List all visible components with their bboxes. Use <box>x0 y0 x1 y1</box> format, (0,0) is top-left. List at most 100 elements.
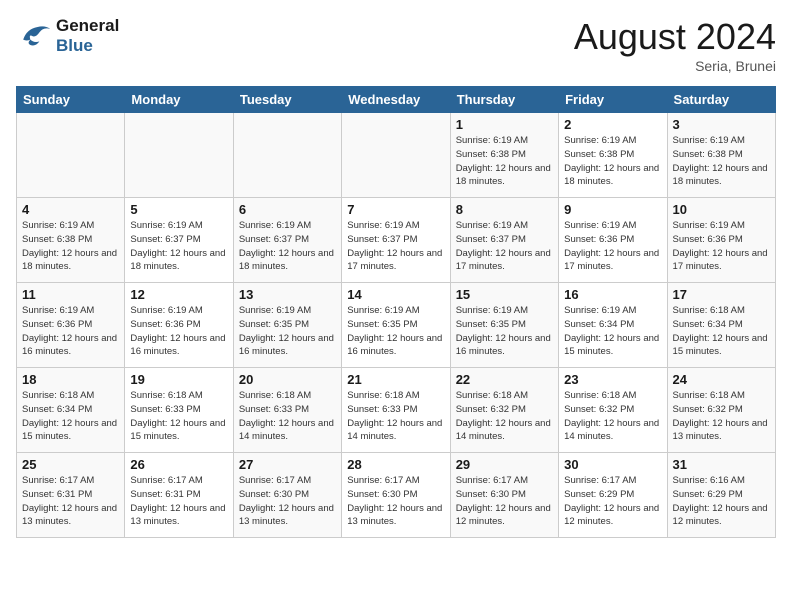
calendar-cell: 21 Sunrise: 6:18 AM Sunset: 6:33 PM Dayli… <box>342 368 450 453</box>
location: Seria, Brunei <box>574 58 776 74</box>
weekday-header-monday: Monday <box>125 87 233 113</box>
calendar-cell <box>342 113 450 198</box>
day-info: Sunrise: 6:19 AM Sunset: 6:38 PM Dayligh… <box>564 134 661 189</box>
weekday-header-tuesday: Tuesday <box>233 87 341 113</box>
day-number: 21 <box>347 372 444 387</box>
day-info: Sunrise: 6:19 AM Sunset: 6:37 PM Dayligh… <box>239 219 336 274</box>
calendar-cell: 8 Sunrise: 6:19 AM Sunset: 6:37 PM Daylig… <box>450 198 558 283</box>
calendar-cell: 9 Sunrise: 6:19 AM Sunset: 6:36 PM Daylig… <box>559 198 667 283</box>
day-info: Sunrise: 6:17 AM Sunset: 6:31 PM Dayligh… <box>130 474 227 529</box>
day-info: Sunrise: 6:19 AM Sunset: 6:37 PM Dayligh… <box>130 219 227 274</box>
day-info: Sunrise: 6:19 AM Sunset: 6:38 PM Dayligh… <box>456 134 553 189</box>
day-number: 13 <box>239 287 336 302</box>
day-number: 17 <box>673 287 770 302</box>
calendar-table: SundayMondayTuesdayWednesdayThursdayFrid… <box>16 86 776 538</box>
day-info: Sunrise: 6:19 AM Sunset: 6:37 PM Dayligh… <box>456 219 553 274</box>
calendar-cell: 25 Sunrise: 6:17 AM Sunset: 6:31 PM Dayli… <box>17 453 125 538</box>
day-info: Sunrise: 6:19 AM Sunset: 6:37 PM Dayligh… <box>347 219 444 274</box>
logo-text: General Blue <box>56 16 119 56</box>
calendar-cell: 30Sunrise: 6:17 AM Sunset: 6:29 PM Dayli… <box>559 453 667 538</box>
day-number: 29 <box>456 457 553 472</box>
day-number: 14 <box>347 287 444 302</box>
day-info: Sunrise: 6:19 AM Sunset: 6:36 PM Dayligh… <box>564 219 661 274</box>
day-info: Sunrise: 6:19 AM Sunset: 6:35 PM Dayligh… <box>239 304 336 359</box>
title-area: August 2024 Seria, Brunei <box>574 16 776 74</box>
day-info: Sunrise: 6:18 AM Sunset: 6:33 PM Dayligh… <box>130 389 227 444</box>
day-info: Sunrise: 6:18 AM Sunset: 6:34 PM Dayligh… <box>22 389 119 444</box>
day-number: 7 <box>347 202 444 217</box>
calendar-cell: 23 Sunrise: 6:18 AM Sunset: 6:32 PM Dayli… <box>559 368 667 453</box>
calendar-cell: 4Sunrise: 6:19 AM Sunset: 6:38 PM Daylig… <box>17 198 125 283</box>
calendar-cell: 17 Sunrise: 6:18 AM Sunset: 6:34 PM Dayli… <box>667 283 775 368</box>
weekday-header-wednesday: Wednesday <box>342 87 450 113</box>
day-info: Sunrise: 6:18 AM Sunset: 6:33 PM Dayligh… <box>347 389 444 444</box>
calendar-cell: 1Sunrise: 6:19 AM Sunset: 6:38 PM Daylig… <box>450 113 558 198</box>
day-info: Sunrise: 6:19 AM Sunset: 6:36 PM Dayligh… <box>22 304 119 359</box>
calendar-cell: 14 Sunrise: 6:19 AM Sunset: 6:35 PM Dayli… <box>342 283 450 368</box>
day-number: 6 <box>239 202 336 217</box>
day-number: 23 <box>564 372 661 387</box>
day-info: Sunrise: 6:18 AM Sunset: 6:32 PM Dayligh… <box>456 389 553 444</box>
calendar-cell: 24 Sunrise: 6:18 AM Sunset: 6:32 PM Dayli… <box>667 368 775 453</box>
calendar-cell: 3Sunrise: 6:19 AM Sunset: 6:38 PM Daylig… <box>667 113 775 198</box>
weekday-header-row: SundayMondayTuesdayWednesdayThursdayFrid… <box>17 87 776 113</box>
page-header: General Blue August 2024 Seria, Brunei <box>16 16 776 74</box>
day-number: 31 <box>673 457 770 472</box>
day-info: Sunrise: 6:19 AM Sunset: 6:35 PM Dayligh… <box>456 304 553 359</box>
day-info: Sunrise: 6:19 AM Sunset: 6:35 PM Dayligh… <box>347 304 444 359</box>
day-number: 5 <box>130 202 227 217</box>
logo: General Blue <box>16 16 119 56</box>
calendar-cell: 29 Sunrise: 6:17 AM Sunset: 6:30 PM Dayli… <box>450 453 558 538</box>
weekday-header-saturday: Saturday <box>667 87 775 113</box>
calendar-cell: 15 Sunrise: 6:19 AM Sunset: 6:35 PM Dayli… <box>450 283 558 368</box>
calendar-cell: 19Sunrise: 6:18 AM Sunset: 6:33 PM Dayli… <box>125 368 233 453</box>
day-info: Sunrise: 6:18 AM Sunset: 6:32 PM Dayligh… <box>673 389 770 444</box>
day-number: 30 <box>564 457 661 472</box>
weekday-header-friday: Friday <box>559 87 667 113</box>
week-row-5: 25 Sunrise: 6:17 AM Sunset: 6:31 PM Dayli… <box>17 453 776 538</box>
week-row-1: 1Sunrise: 6:19 AM Sunset: 6:38 PM Daylig… <box>17 113 776 198</box>
day-number: 27 <box>239 457 336 472</box>
logo-bird-icon <box>16 21 52 51</box>
weekday-header-thursday: Thursday <box>450 87 558 113</box>
day-info: Sunrise: 6:19 AM Sunset: 6:36 PM Dayligh… <box>130 304 227 359</box>
calendar-cell: 28Sunrise: 6:17 AM Sunset: 6:30 PM Dayli… <box>342 453 450 538</box>
calendar-cell: 10 Sunrise: 6:19 AM Sunset: 6:36 PM Dayli… <box>667 198 775 283</box>
calendar-cell: 2 Sunrise: 6:19 AM Sunset: 6:38 PM Daylig… <box>559 113 667 198</box>
calendar-cell: 6 Sunrise: 6:19 AM Sunset: 6:37 PM Daylig… <box>233 198 341 283</box>
weekday-header-sunday: Sunday <box>17 87 125 113</box>
day-info: Sunrise: 6:19 AM Sunset: 6:36 PM Dayligh… <box>673 219 770 274</box>
calendar-cell: 12 Sunrise: 6:19 AM Sunset: 6:36 PM Dayli… <box>125 283 233 368</box>
day-number: 16 <box>564 287 661 302</box>
day-info: Sunrise: 6:18 AM Sunset: 6:33 PM Dayligh… <box>239 389 336 444</box>
day-number: 15 <box>456 287 553 302</box>
day-info: Sunrise: 6:17 AM Sunset: 6:30 PM Dayligh… <box>456 474 553 529</box>
calendar-cell: 16 Sunrise: 6:19 AM Sunset: 6:34 PM Dayli… <box>559 283 667 368</box>
day-info: Sunrise: 6:17 AM Sunset: 6:31 PM Dayligh… <box>22 474 119 529</box>
day-info: Sunrise: 6:18 AM Sunset: 6:34 PM Dayligh… <box>673 304 770 359</box>
day-info: Sunrise: 6:17 AM Sunset: 6:30 PM Dayligh… <box>347 474 444 529</box>
calendar-cell: 27Sunrise: 6:17 AM Sunset: 6:30 PM Dayli… <box>233 453 341 538</box>
calendar-cell: 26Sunrise: 6:17 AM Sunset: 6:31 PM Dayli… <box>125 453 233 538</box>
week-row-2: 4Sunrise: 6:19 AM Sunset: 6:38 PM Daylig… <box>17 198 776 283</box>
day-number: 11 <box>22 287 119 302</box>
day-number: 9 <box>564 202 661 217</box>
day-number: 2 <box>564 117 661 132</box>
day-number: 25 <box>22 457 119 472</box>
day-number: 8 <box>456 202 553 217</box>
day-number: 12 <box>130 287 227 302</box>
calendar-cell <box>17 113 125 198</box>
calendar-cell: 7 Sunrise: 6:19 AM Sunset: 6:37 PM Daylig… <box>342 198 450 283</box>
calendar-cell: 5 Sunrise: 6:19 AM Sunset: 6:37 PM Daylig… <box>125 198 233 283</box>
day-number: 20 <box>239 372 336 387</box>
week-row-4: 18Sunrise: 6:18 AM Sunset: 6:34 PM Dayli… <box>17 368 776 453</box>
calendar-cell: 22 Sunrise: 6:18 AM Sunset: 6:32 PM Dayli… <box>450 368 558 453</box>
calendar-cell <box>233 113 341 198</box>
day-number: 24 <box>673 372 770 387</box>
day-info: Sunrise: 6:19 AM Sunset: 6:34 PM Dayligh… <box>564 304 661 359</box>
day-number: 10 <box>673 202 770 217</box>
day-number: 22 <box>456 372 553 387</box>
calendar-cell <box>125 113 233 198</box>
day-number: 3 <box>673 117 770 132</box>
day-info: Sunrise: 6:18 AM Sunset: 6:32 PM Dayligh… <box>564 389 661 444</box>
